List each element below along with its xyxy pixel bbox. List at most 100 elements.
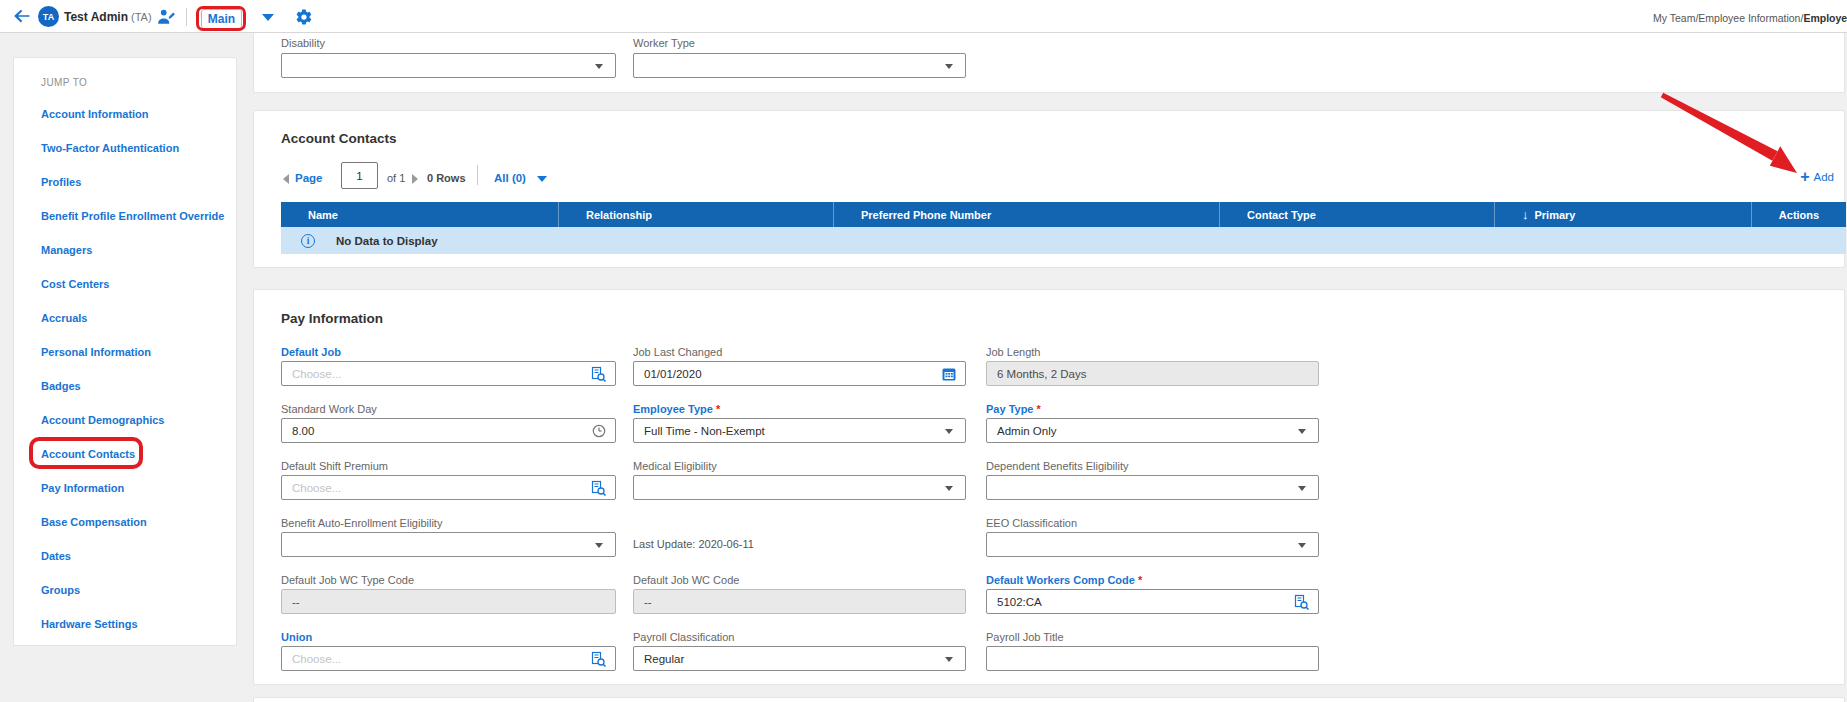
- page-number-input[interactable]: 1: [341, 162, 378, 189]
- sidebar-item-managers[interactable]: Managers: [41, 244, 92, 256]
- empty-table-row: i No Data to Display: [281, 227, 1846, 254]
- dependent-benefits-eligibility-label: Dependent Benefits Eligibility: [986, 460, 1128, 475]
- breadcrumb-path: My Team/Employee Information/: [1653, 12, 1803, 24]
- sidebar-item-account-demographics[interactable]: Account Demographics: [41, 414, 164, 426]
- lookup-icon[interactable]: [590, 651, 607, 670]
- page-of-label: of 1: [387, 172, 405, 184]
- employee-type-select[interactable]: Full Time - Non-Exempt: [633, 418, 966, 443]
- payroll-job-title-input[interactable]: [986, 646, 1319, 671]
- add-button[interactable]: + Add: [1800, 170, 1834, 184]
- benefit-auto-enrollment-label: Benefit Auto-Enrollment Eligibility: [281, 517, 442, 532]
- benefit-auto-enrollment-select[interactable]: [281, 532, 616, 557]
- default-workers-comp-code-input[interactable]: 5102:CA: [986, 589, 1319, 614]
- edit-profile-icon[interactable]: [157, 7, 176, 30]
- pay-type-select[interactable]: Admin Only: [986, 418, 1319, 443]
- column-header-relationship[interactable]: Relationship: [559, 202, 834, 227]
- sidebar-item-base-compensation[interactable]: Base Compensation: [41, 516, 147, 528]
- lookup-icon[interactable]: [590, 480, 607, 499]
- row-count: 0 Rows: [427, 172, 466, 184]
- empty-message: No Data to Display: [336, 235, 438, 247]
- prev-page-icon[interactable]: [283, 174, 289, 184]
- medical-eligibility-label: Medical Eligibility: [633, 460, 717, 475]
- sidebar-item-groups[interactable]: Groups: [41, 584, 80, 596]
- chevron-down-icon: [945, 657, 953, 662]
- sidebar-item-accruals[interactable]: Accruals: [41, 312, 87, 324]
- plus-icon: +: [1800, 170, 1809, 184]
- chevron-down-icon: [1298, 543, 1306, 548]
- page-label: Page: [295, 172, 323, 184]
- chevron-down-icon[interactable]: [262, 14, 274, 21]
- gear-icon[interactable]: [295, 8, 313, 30]
- job-length-label: Job Length: [986, 346, 1040, 361]
- pay-type-label[interactable]: Pay Type*: [986, 403, 1041, 418]
- payroll-job-title-label: Payroll Job Title: [986, 631, 1064, 646]
- chevron-down-icon: [595, 543, 603, 548]
- chevron-down-icon: [945, 429, 953, 434]
- sidebar-item-badges[interactable]: Badges: [41, 380, 81, 392]
- lookup-icon[interactable]: [1293, 594, 1310, 613]
- avatar[interactable]: TA: [38, 6, 59, 27]
- sort-desc-icon: ↓: [1522, 208, 1529, 221]
- disability-label: Disability: [281, 37, 325, 52]
- sidebar-item-cost-centers[interactable]: Cost Centers: [41, 278, 109, 290]
- worker-type-label: Worker Type: [633, 37, 695, 52]
- standard-work-day-input[interactable]: 8.00: [281, 418, 616, 443]
- default-job-input[interactable]: Choose...: [281, 361, 616, 386]
- back-icon[interactable]: [13, 8, 31, 28]
- column-header-preferred-phone-number[interactable]: Preferred Phone Number: [834, 202, 1220, 227]
- last-update-note: Last Update: 2020-06-11: [633, 538, 754, 550]
- dependent-benefits-eligibility-select[interactable]: [986, 475, 1319, 500]
- section-title: Pay Information: [281, 311, 383, 326]
- job-last-changed-input[interactable]: 01/01/2020: [633, 361, 966, 386]
- lookup-icon[interactable]: [590, 366, 607, 385]
- top-bar: TA Test Admin (TA) Main My Team/Employee…: [0, 0, 1847, 33]
- sidebar-item-hardware-settings[interactable]: Hardware Settings: [41, 618, 138, 630]
- medical-eligibility-select[interactable]: [633, 475, 966, 500]
- pay-information-section: Pay Information Default Job Choose... Jo…: [253, 289, 1845, 685]
- union-label[interactable]: Union: [281, 631, 312, 646]
- filter-selector[interactable]: All (0): [494, 172, 526, 184]
- union-input[interactable]: Choose...: [281, 646, 616, 671]
- sidebar-item-pay-information[interactable]: Pay Information: [41, 482, 124, 494]
- breadcrumb: My Team/Employee Information/Employee Pr: [1653, 12, 1847, 24]
- employee-type-label[interactable]: Employee Type*: [633, 403, 720, 418]
- main-tab-button[interactable]: Main: [201, 9, 242, 29]
- default-job-label[interactable]: Default Job: [281, 346, 341, 361]
- sidebar-item-profiles[interactable]: Profiles: [41, 176, 81, 188]
- eeo-classification-label: EEO Classification: [986, 517, 1077, 532]
- next-page-icon[interactable]: [412, 174, 418, 184]
- clock-icon[interactable]: [591, 423, 607, 441]
- job-length-input: 6 Months, 2 Days: [986, 361, 1319, 386]
- sidebar-item-dates[interactable]: Dates: [41, 550, 71, 562]
- sidebar-item-personal-information[interactable]: Personal Information: [41, 346, 151, 358]
- next-section-card: [253, 697, 1845, 702]
- disability-select[interactable]: [281, 53, 616, 78]
- eeo-classification-select[interactable]: [986, 532, 1319, 557]
- calendar-icon[interactable]: [941, 366, 957, 384]
- user-suffix: (TA): [131, 11, 152, 23]
- sidebar-item-account-contacts[interactable]: Account Contacts: [41, 448, 135, 460]
- chevron-down-icon[interactable]: [537, 176, 547, 182]
- chevron-down-icon: [1298, 486, 1306, 491]
- column-header-contact-type[interactable]: Contact Type: [1220, 202, 1495, 227]
- jump-to-sidebar: JUMP TO Account Information Two-Factor A…: [13, 57, 237, 646]
- default-job-wc-code-label: Default Job WC Code: [633, 574, 739, 589]
- sidebar-item-benefit-profile-enrollment-override[interactable]: Benefit Profile Enrollment Override: [41, 210, 224, 222]
- avatar-initials: TA: [43, 12, 54, 22]
- job-last-changed-label: Job Last Changed: [633, 346, 722, 361]
- standard-work-day-label: Standard Work Day: [281, 403, 377, 418]
- chevron-down-icon: [945, 486, 953, 491]
- user-name: Test Admin: [64, 10, 128, 24]
- jump-to-heading: JUMP TO: [41, 77, 87, 88]
- column-header-name[interactable]: Name: [281, 202, 559, 227]
- default-shift-premium-input[interactable]: Choose...: [281, 475, 616, 500]
- default-job-wc-type-code-input: --: [281, 589, 616, 614]
- sidebar-item-account-information[interactable]: Account Information: [41, 108, 149, 120]
- worker-type-select[interactable]: [633, 53, 966, 78]
- chevron-down-icon: [595, 64, 603, 69]
- default-workers-comp-code-label[interactable]: Default Workers Comp Code*: [986, 574, 1142, 589]
- column-header-primary[interactable]: ↓Primary: [1495, 202, 1752, 227]
- sidebar-item-two-factor-authentication[interactable]: Two-Factor Authentication: [41, 142, 179, 154]
- chevron-down-icon: [1298, 429, 1306, 434]
- payroll-classification-select[interactable]: Regular: [633, 646, 966, 671]
